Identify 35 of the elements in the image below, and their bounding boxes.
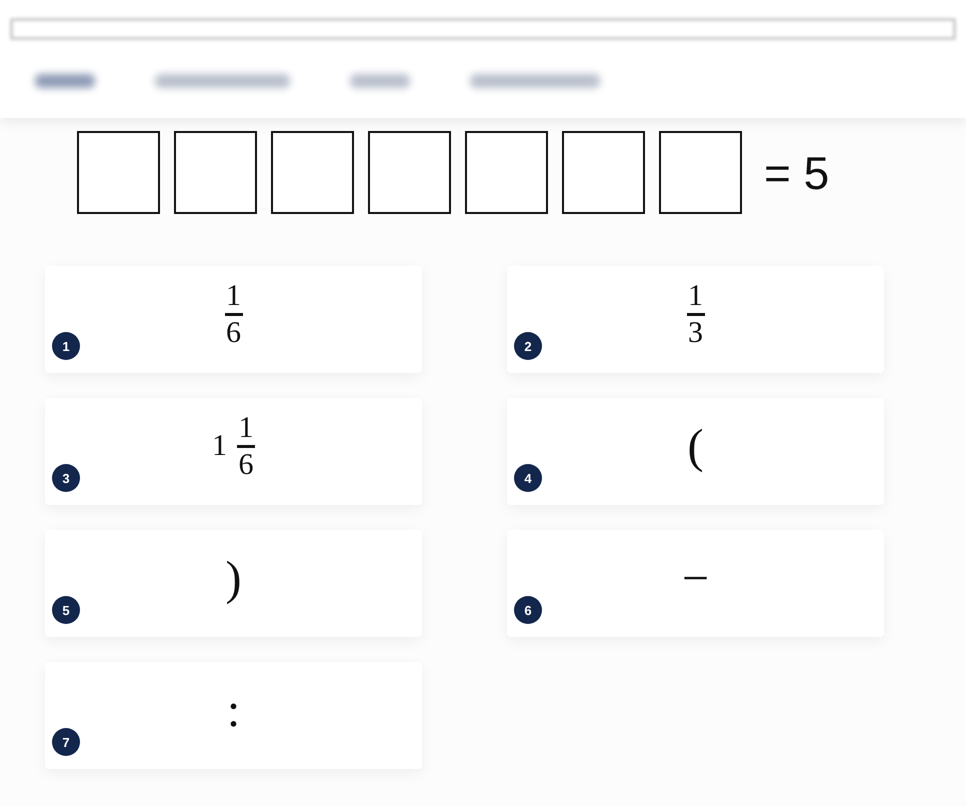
answer-slot[interactable] bbox=[659, 131, 742, 214]
fraction-bar bbox=[224, 312, 242, 316]
math-symbol: ( bbox=[688, 418, 704, 474]
answer-tile[interactable]: 5 ) bbox=[45, 530, 422, 637]
numerator: 1 bbox=[226, 280, 241, 310]
math-symbol: : bbox=[226, 682, 240, 738]
answer-slot[interactable] bbox=[174, 131, 257, 214]
denominator: 6 bbox=[226, 318, 241, 348]
fraction-bar bbox=[686, 312, 704, 316]
tile-number: 2 bbox=[514, 332, 542, 360]
numerator: 1 bbox=[688, 280, 703, 310]
fraction-bar bbox=[237, 444, 255, 448]
tile-number: 6 bbox=[514, 596, 542, 624]
whole-number: 1 bbox=[212, 429, 227, 463]
answer-tile[interactable]: 4 ( bbox=[507, 398, 884, 505]
math-symbol: − bbox=[682, 550, 710, 606]
tile-number: 7 bbox=[52, 728, 80, 756]
tile-number: 5 bbox=[52, 596, 80, 624]
answer-slot[interactable] bbox=[77, 131, 160, 214]
answer-tile[interactable]: 7 : bbox=[45, 662, 422, 769]
denominator: 6 bbox=[238, 450, 254, 480]
math-symbol: ) bbox=[226, 550, 242, 606]
answer-slot[interactable] bbox=[368, 131, 451, 214]
answer-slot[interactable] bbox=[465, 131, 548, 214]
answer-tile[interactable]: 6 − bbox=[507, 530, 884, 637]
answer-slot[interactable] bbox=[562, 131, 645, 214]
answer-tile[interactable]: 1 1 6 bbox=[45, 266, 422, 373]
denominator: 3 bbox=[688, 318, 703, 348]
tile-number: 3 bbox=[52, 464, 80, 492]
numerator: 1 bbox=[238, 412, 254, 442]
answer-slot[interactable] bbox=[271, 131, 354, 214]
tile-number: 4 bbox=[514, 464, 542, 492]
equation-result: = 5 bbox=[764, 146, 830, 200]
tile-number: 1 bbox=[52, 332, 80, 360]
answer-tile[interactable]: 2 1 3 bbox=[507, 266, 884, 373]
